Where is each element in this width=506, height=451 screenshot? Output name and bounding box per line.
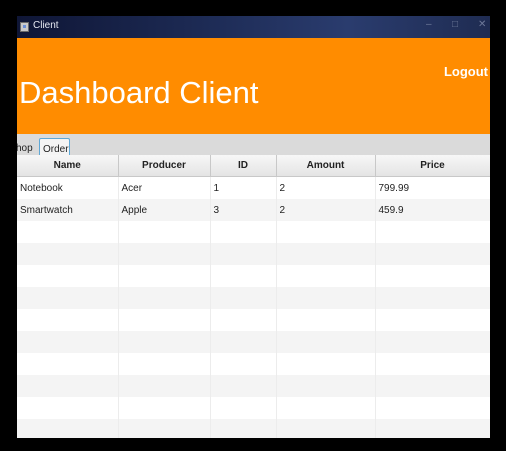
logout-button[interactable]: Logout [444, 64, 488, 79]
dashboard-header: Dashboard Client Logout [17, 38, 490, 134]
close-icon[interactable]: ✕ [478, 19, 486, 30]
cell-id: 3 [210, 199, 277, 221]
empty-row [17, 397, 490, 419]
cell-name: Notebook [17, 176, 119, 199]
column-header-price[interactable]: Price [375, 155, 490, 177]
cell-amount: 2 [276, 199, 376, 221]
table-row[interactable]: Smartwatch Apple 3 2 459.9 [17, 199, 490, 221]
cell-price: 799.99 [375, 176, 490, 199]
empty-row [17, 265, 490, 287]
table-header-row: Name Producer ID Amount Price [17, 155, 490, 177]
empty-row [17, 221, 490, 243]
java-app-icon [20, 22, 29, 32]
empty-row [17, 309, 490, 331]
column-header-id[interactable]: ID [210, 155, 277, 177]
cell-price: 459.9 [375, 199, 490, 221]
column-header-name[interactable]: Name [17, 155, 119, 177]
window-title: Client [33, 20, 59, 31]
cell-id: 1 [210, 176, 277, 199]
cell-producer: Apple [118, 199, 211, 221]
empty-row [17, 419, 490, 438]
minimize-icon[interactable]: – [426, 19, 432, 30]
cell-producer: Acer [118, 176, 211, 199]
title-bar[interactable]: Client – □ ✕ [17, 16, 490, 38]
cell-name: Smartwatch [17, 199, 119, 221]
column-header-amount[interactable]: Amount [276, 155, 376, 177]
client-window: Client – □ ✕ Dashboard Client Logout hop… [17, 16, 490, 438]
empty-row [17, 243, 490, 265]
empty-row [17, 353, 490, 375]
page-title: Dashboard Client [19, 75, 259, 110]
maximize-icon[interactable]: □ [452, 19, 458, 30]
empty-row [17, 331, 490, 353]
cell-amount: 2 [276, 176, 376, 199]
empty-row [17, 375, 490, 397]
column-header-producer[interactable]: Producer [118, 155, 211, 177]
orders-table[interactable]: Name Producer ID Amount Price Notebook A… [17, 155, 490, 438]
table-row[interactable]: Notebook Acer 1 2 799.99 [17, 176, 490, 199]
empty-row [17, 287, 490, 309]
